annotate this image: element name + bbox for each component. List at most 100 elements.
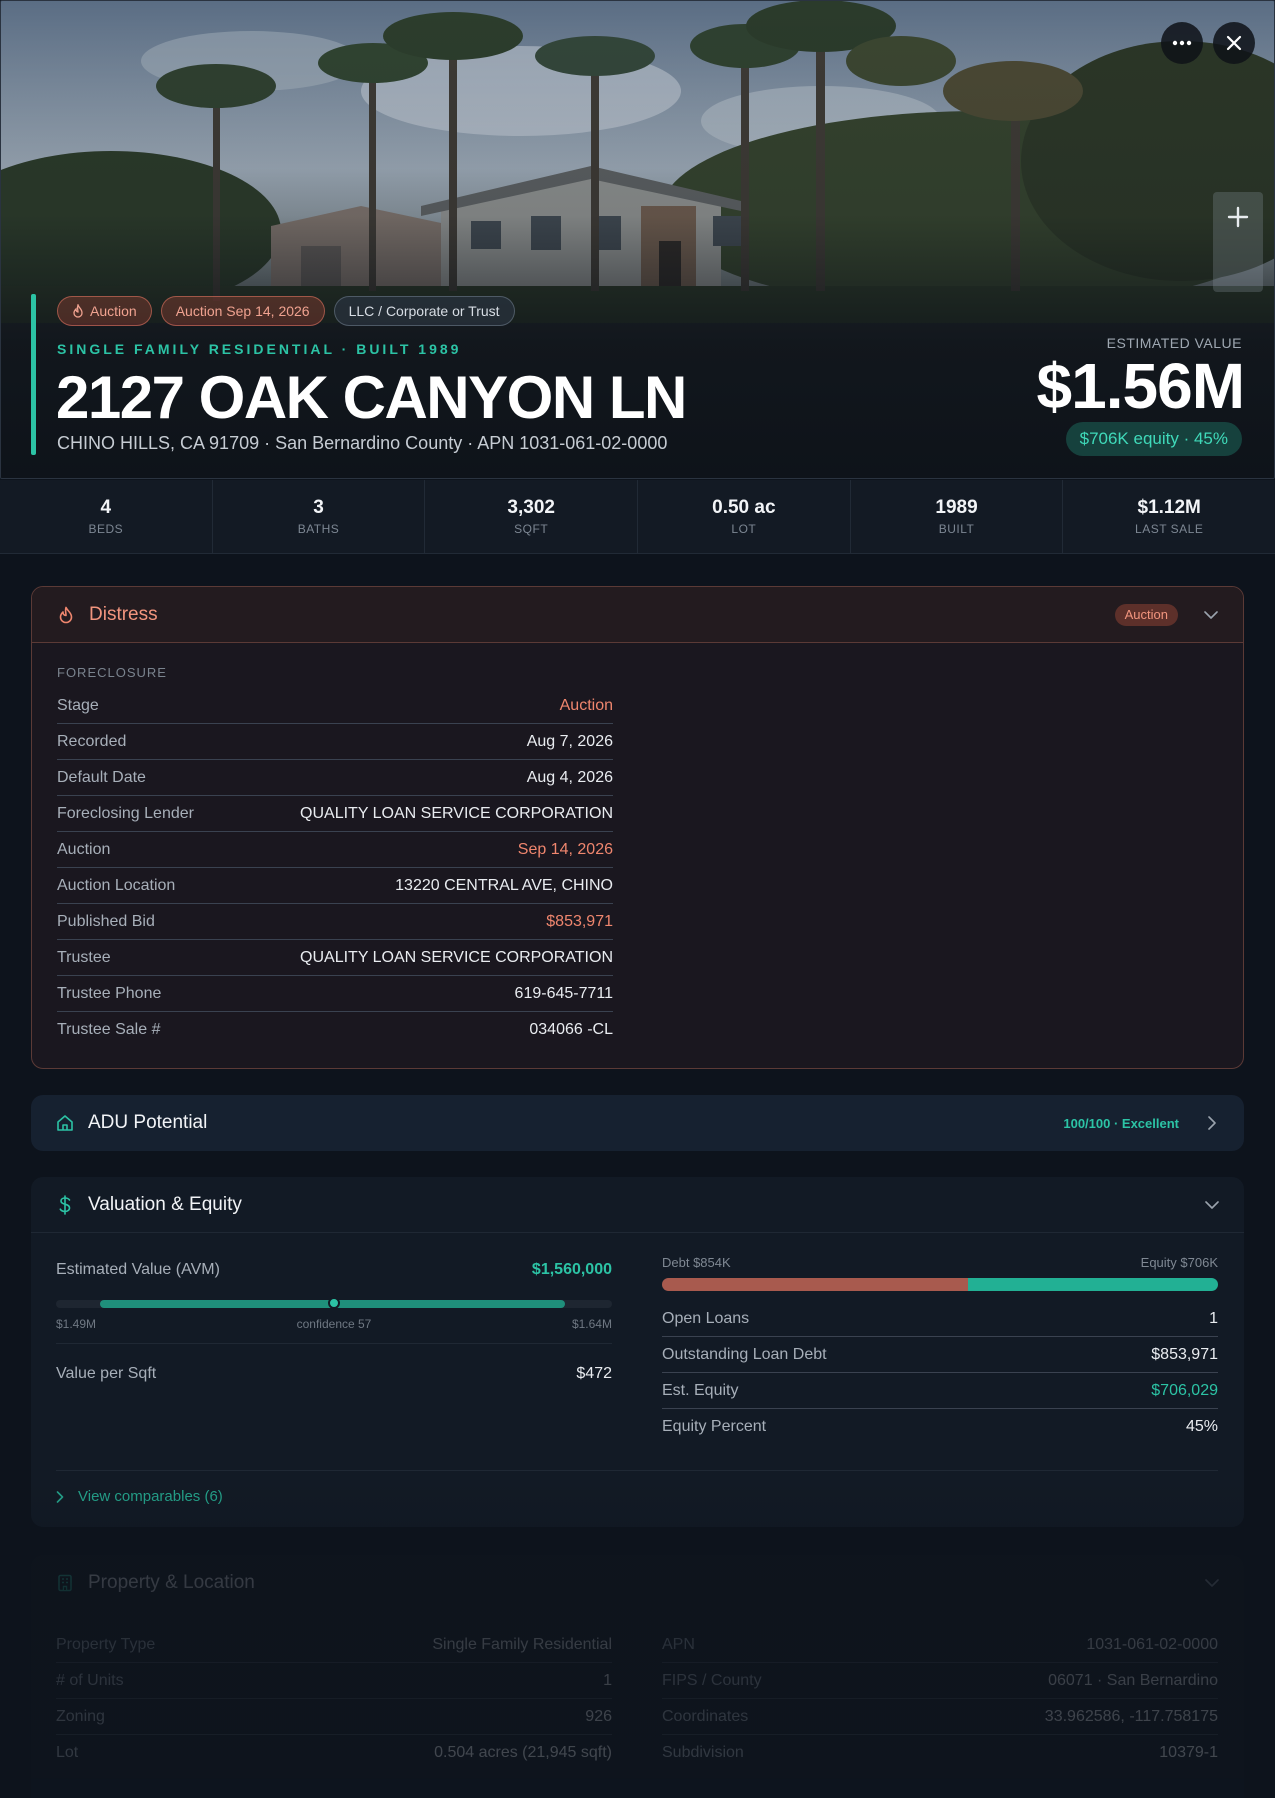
row-value: 1 — [603, 1671, 612, 1689]
row-value: $853,971 — [546, 912, 613, 930]
stat-value: 0.50 ac — [712, 497, 776, 518]
chevron-right-icon[interactable] — [1205, 1116, 1219, 1130]
more-options-button[interactable] — [1161, 22, 1203, 64]
property-location-card: Property & Location Property Type Single … — [31, 1555, 1244, 1798]
stat-label: BEDS — [88, 522, 124, 536]
adu-header-right: 100/100 · Excellent — [1063, 1116, 1219, 1131]
stat-baths: 3 BATHS — [213, 480, 426, 553]
avm-range-bar — [56, 1297, 612, 1309]
row-key: Subdivision — [662, 1744, 744, 1761]
debt-segment — [662, 1278, 968, 1291]
foreclosure-section-label: FORECLOSURE — [57, 665, 167, 680]
avm-marker — [328, 1297, 340, 1309]
equity-pill: $706K equity · 45% — [1065, 422, 1242, 456]
view-comparables-label: View comparables (6) — [78, 1488, 223, 1505]
chevron-down-icon[interactable] — [1205, 1576, 1219, 1590]
table-row: Default Date Aug 4, 2026 — [57, 760, 613, 796]
row-value: Sep 14, 2026 — [517, 840, 613, 858]
property-subtitle: SINGLE FAMILY RESIDENTIAL · BUILT 1989 — [57, 341, 462, 357]
row-key: Property Type — [56, 1635, 156, 1653]
row-key: Est. Equity — [662, 1381, 739, 1399]
stat-lot: 0.50 ac LOT — [638, 480, 851, 553]
row-value: 034066 -CL — [529, 1021, 613, 1038]
status-badge: Auction — [1114, 603, 1178, 626]
valuation-header[interactable]: Valuation & Equity — [31, 1177, 1244, 1233]
ellipsis-icon — [1172, 40, 1192, 46]
valuation-title: Valuation & Equity — [88, 1193, 242, 1215]
chevron-down-icon[interactable] — [1205, 1198, 1219, 1212]
hero-photo: Auction Auction Sep 14, 2026 LLC / Corpo… — [0, 0, 1275, 479]
distress-header[interactable]: Distress Auction — [32, 587, 1243, 643]
property-header[interactable]: Property & Location — [31, 1555, 1244, 1611]
zoom-in-button[interactable] — [1213, 192, 1263, 242]
stat-value: $1.12M — [1137, 497, 1201, 518]
row-value: $706,029 — [1151, 1381, 1218, 1399]
adu-title: ADU Potential — [88, 1112, 208, 1133]
adu-card[interactable]: ADU Potential 100/100 · Excellent — [31, 1095, 1244, 1151]
stat-last-sale: $1.12M LAST SALE — [1063, 480, 1275, 553]
row-key: Published Bid — [57, 912, 155, 930]
chip-auction[interactable]: Auction — [57, 296, 152, 326]
table-row: Stage Auction — [57, 688, 613, 724]
stat-label: BATHS — [297, 522, 340, 536]
table-row: Lot 0.504 acres (21,945 sqft) — [56, 1735, 612, 1771]
equity-segment — [967, 1278, 1218, 1291]
table-row: Published Bid $853,971 — [57, 904, 613, 940]
row-value: Aug 7, 2026 — [526, 732, 613, 750]
row-key: Trustee — [57, 948, 111, 966]
row-value: Single Family Residential — [432, 1635, 612, 1653]
row-value: 45% — [1185, 1418, 1218, 1435]
value-per-sqft-label: Value per Sqft — [56, 1364, 157, 1382]
chip-owner-type[interactable]: LLC / Corporate or Trust — [333, 296, 515, 326]
property-stats: 4 BEDS 3 BATHS 3,302 SQFT 0.50 ac LOT 19… — [0, 480, 1275, 554]
table-row: Property Type Single Family Residential — [56, 1627, 612, 1663]
property-header-right — [1205, 1576, 1219, 1590]
table-row: Est. Equity $706,029 — [662, 1373, 1218, 1409]
distress-header-right: Auction — [1114, 603, 1218, 626]
stat-value: 4 — [100, 497, 112, 518]
property-title: 2127 OAK CANYON LN — [56, 364, 687, 431]
close-button[interactable] — [1213, 22, 1255, 64]
table-row: Trustee QUALITY LOAN SERVICE CORPORATION — [57, 940, 613, 976]
table-row: Coordinates 33.962586, -117.758175 — [662, 1699, 1218, 1735]
row-value: 33.962586, -117.758175 — [1044, 1707, 1218, 1725]
row-value: QUALITY LOAN SERVICE CORPORATION — [300, 804, 613, 822]
stat-label: LAST SALE — [1135, 522, 1204, 536]
debt-label: Debt $854K — [662, 1255, 731, 1270]
adu-score-badge: 100/100 · Excellent — [1063, 1115, 1179, 1131]
stat-beds: 4 BEDS — [0, 480, 213, 553]
table-row: APN 1031-061-02-0000 — [662, 1627, 1218, 1663]
row-value: 13220 CENTRAL AVE, CHINO — [395, 876, 613, 894]
chip-auction-label: Auction — [90, 303, 137, 319]
chip-auction-date[interactable]: Auction Sep 14, 2026 — [160, 296, 325, 326]
row-key: Trustee Sale # — [57, 1021, 161, 1038]
row-value: Aug 4, 2026 — [526, 768, 613, 786]
stat-value: 3 — [313, 497, 324, 518]
stat-label: LOT — [731, 522, 757, 536]
loan-table: Open Loans 1 Outstanding Loan Debt $853,971… — [662, 1301, 1218, 1445]
chevron-down-icon[interactable] — [1204, 608, 1218, 622]
table-row: Foreclosing Lender QUALITY LOAN SERVICE C… — [57, 796, 613, 832]
row-value: 926 — [585, 1707, 612, 1725]
row-key: Equity Percent — [662, 1418, 767, 1435]
flame-icon — [73, 304, 83, 318]
debt-equity-bar — [662, 1278, 1218, 1291]
property-details-right: APN 1031-061-02-0000 FIPS / County 06071 · … — [662, 1627, 1218, 1771]
property-address: CHINO HILLS, CA 91709 · San Bernardino C… — [57, 433, 668, 453]
estimated-value: $1.56M — [1036, 350, 1245, 422]
view-comparables-button[interactable]: View comparables (6) — [56, 1470, 1218, 1522]
table-row: # of Units 1 — [56, 1663, 612, 1699]
row-value: 619-645-7711 — [514, 984, 613, 1002]
table-row: Subdivision 10379-1 — [662, 1735, 1218, 1771]
hero-accent-bar — [31, 294, 36, 455]
table-row: Equity Percent 45% — [662, 1409, 1218, 1445]
adu-header[interactable]: ADU Potential 100/100 · Excellent — [31, 1095, 1244, 1151]
row-key: Lot — [56, 1744, 79, 1761]
row-key: Stage — [57, 696, 99, 714]
distress-title: Distress — [89, 603, 158, 625]
value-per-sqft-value: $472 — [576, 1364, 612, 1382]
status-chips: Auction Auction Sep 14, 2026 LLC / Corpo… — [57, 296, 515, 326]
avm-range-low: $1.49M — [56, 1317, 97, 1331]
avm-row: Estimated Value (AVM) $1,560,000 — [56, 1261, 612, 1279]
avm-range-scale: $1.49M confidence 57 $1.64M — [56, 1317, 612, 1331]
